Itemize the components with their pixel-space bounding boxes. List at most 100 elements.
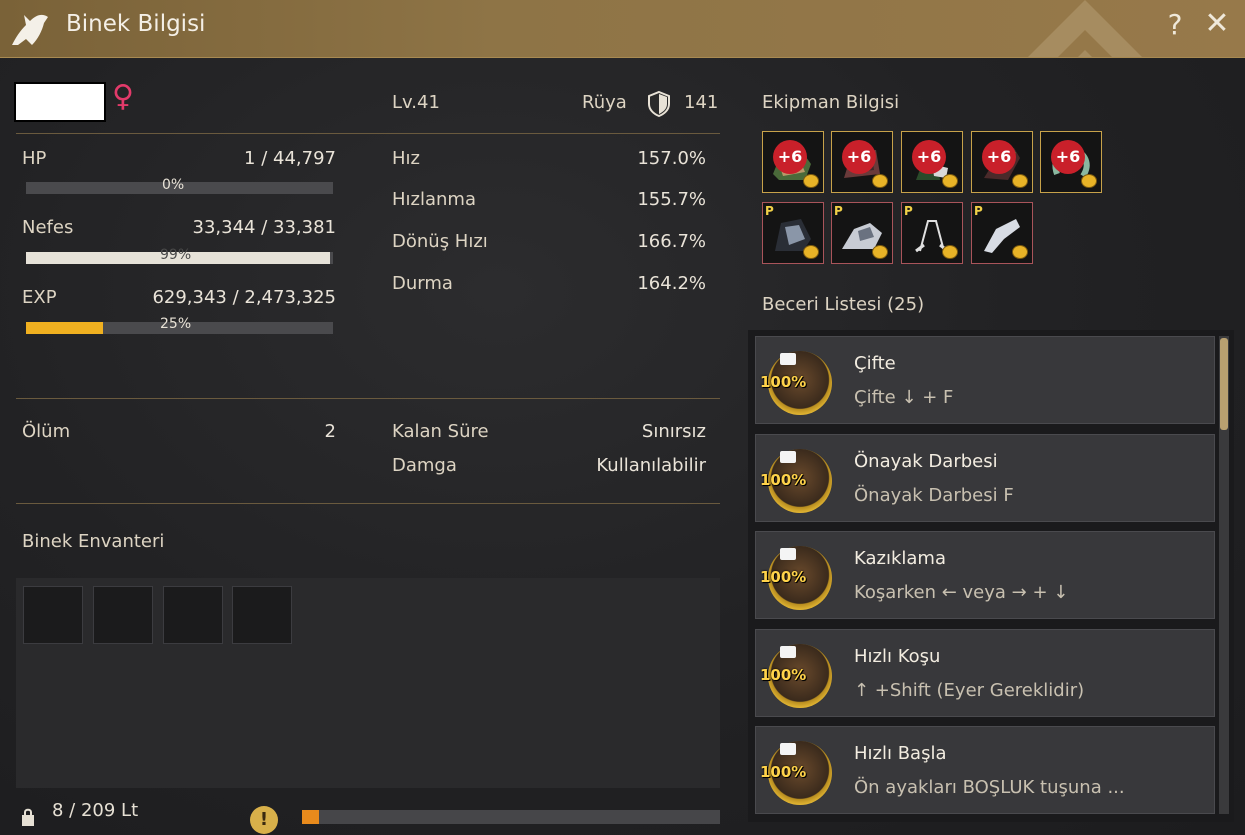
skill-item[interactable]: 100% Hızlı Koşu ↑ +Shift (Eyer Gereklidi…	[755, 629, 1215, 717]
lock-icon	[780, 743, 796, 755]
skill-description: ↑ +Shift (Eyer Gereklidir)	[854, 680, 1085, 701]
enhancement-badge: +6	[912, 140, 946, 174]
equipment-header: Ekipman Bilgisi	[762, 92, 900, 113]
female-icon: ♀	[112, 79, 134, 114]
enhancement-badge: +6	[982, 140, 1016, 174]
mount-tier-name: Rüya	[582, 92, 627, 113]
skill-description: Ön ayakları BOŞLUK tuşuna ...	[854, 777, 1125, 798]
outfit-saddle-icon[interactable]: P	[831, 202, 893, 264]
skill-list: 100% Çifte Çifte ↓ + F 100% Önayak Darbe…	[748, 330, 1234, 822]
inventory-header: Binek Envanteri	[22, 531, 165, 552]
window-title: Binek Bilgisi	[66, 11, 206, 37]
weight-icon	[22, 808, 34, 826]
enhancement-badge: +6	[842, 140, 876, 174]
mount-name-box	[14, 82, 106, 122]
enhancement-badge: +6	[773, 140, 807, 174]
inventory-slot[interactable]	[163, 586, 223, 644]
help-button[interactable]: ?	[1160, 8, 1190, 41]
skill-item[interactable]: 100% Kazıklama Koşarken ← veya → + ↓	[755, 531, 1215, 619]
pearl-tag: P	[904, 204, 913, 218]
hp-label: HP	[22, 148, 47, 169]
scrollbar-thumb[interactable]	[1220, 338, 1228, 430]
inventory-weight: 8 / 209 Lt	[52, 800, 139, 821]
stamina-value: 33,344 / 33,381	[192, 217, 336, 238]
outfit-barding-icon[interactable]: P	[762, 202, 824, 264]
coin-icon	[872, 174, 888, 188]
skill-description: Önayak Darbesi F	[854, 485, 1014, 506]
title-decoration	[1028, 0, 1142, 57]
stamp-label: Damga	[392, 455, 457, 476]
stat-value: 164.2%	[637, 273, 706, 294]
barding-icon[interactable]: +6	[831, 131, 893, 193]
skill-description: Koşarken ← veya → + ↓	[854, 582, 1069, 603]
skill-scrollbar[interactable]	[1219, 336, 1229, 814]
skill-percent: 100%	[760, 471, 807, 489]
skills-header: Beceri Listesi (25)	[762, 294, 925, 315]
mount-level: Lv.41	[392, 92, 440, 113]
stat-value: 155.7%	[637, 189, 706, 210]
horse-head-icon	[12, 14, 48, 45]
hp-percent: 0%	[162, 177, 185, 193]
outfit-stirrups-icon[interactable]: P	[901, 202, 963, 264]
lock-icon	[780, 353, 796, 365]
skill-percent: 100%	[760, 666, 807, 684]
coin-icon	[803, 245, 819, 259]
shield-icon	[648, 90, 670, 118]
pearl-tag: P	[765, 204, 774, 218]
remaining-time-label: Kalan Süre	[392, 421, 489, 442]
horse-head-armor-icon[interactable]: +6	[971, 131, 1033, 193]
horseshoe-icon[interactable]: +6	[1040, 131, 1102, 193]
exp-value: 629,343 / 2,473,325	[152, 287, 336, 308]
lock-icon	[780, 451, 796, 463]
stat-label: Durma	[392, 273, 453, 294]
inventory-slot[interactable]	[93, 586, 153, 644]
deaths-label: Ölüm	[22, 421, 71, 442]
stirrups-icon[interactable]: +6	[901, 131, 963, 193]
warning-icon[interactable]: !	[250, 806, 278, 834]
lock-icon	[780, 548, 796, 560]
saddle-icon[interactable]: +6	[762, 131, 824, 193]
hp-value: 1 / 44,797	[244, 148, 336, 169]
coin-icon	[803, 174, 819, 188]
coin-icon	[942, 245, 958, 259]
skill-item[interactable]: 100% Çifte Çifte ↓ + F	[755, 336, 1215, 424]
deaths-value: 2	[324, 421, 336, 442]
inventory-slot[interactable]	[23, 586, 83, 644]
close-button[interactable]: ✕	[1200, 6, 1234, 41]
coin-icon	[942, 174, 958, 188]
lock-icon	[780, 646, 796, 658]
stat-value: 157.0%	[637, 148, 706, 169]
weight-bar	[302, 810, 720, 824]
enhancement-badge: +6	[1051, 140, 1085, 174]
skill-name: Çifte	[854, 353, 896, 374]
pearl-tag: P	[974, 204, 983, 218]
divider	[16, 133, 720, 134]
outfit-head-icon[interactable]: P	[971, 202, 1033, 264]
stat-label: Dönüş Hızı	[392, 231, 488, 252]
inventory-slot[interactable]	[232, 586, 292, 644]
exp-percent: 25%	[160, 316, 192, 332]
title-bar: Binek Bilgisi ? ✕	[0, 0, 1245, 58]
stamina-percent: 99%	[160, 247, 192, 263]
skill-item[interactable]: 100% Hızlı Başla Ön ayakları BOŞLUK tuşu…	[755, 726, 1215, 814]
skill-name: Hızlı Başla	[854, 743, 947, 764]
skill-name: Önayak Darbesi	[854, 451, 998, 472]
stat-value: 166.7%	[637, 231, 706, 252]
weight-bar-fill	[302, 810, 319, 824]
stat-label: Hız	[392, 148, 420, 169]
mount-tier-value: 141	[684, 92, 719, 113]
skill-item[interactable]: 100% Önayak Darbesi Önayak Darbesi F	[755, 434, 1215, 522]
skill-percent: 100%	[760, 568, 807, 586]
stamp-value: Kullanılabilir	[596, 455, 706, 476]
coin-icon	[872, 245, 888, 259]
divider	[16, 503, 720, 504]
divider	[16, 398, 720, 399]
skill-percent: 100%	[760, 763, 807, 781]
skill-percent: 100%	[760, 373, 807, 391]
stamina-label: Nefes	[22, 217, 74, 238]
pearl-tag: P	[834, 204, 843, 218]
exp-bar-fill	[26, 322, 103, 334]
stat-label: Hızlanma	[392, 189, 476, 210]
coin-icon	[1012, 174, 1028, 188]
coin-icon	[1012, 245, 1028, 259]
